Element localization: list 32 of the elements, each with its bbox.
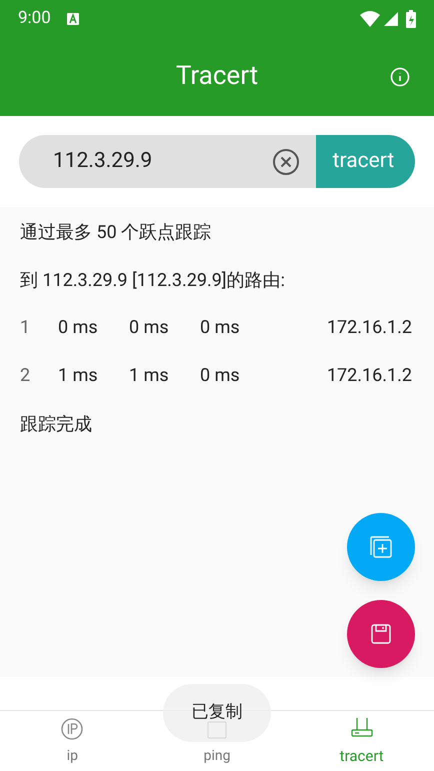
nav-tab[interactable]: ip bbox=[0, 711, 145, 771]
hop-time: 0 ms bbox=[58, 316, 99, 340]
clear-icon[interactable] bbox=[272, 148, 300, 176]
app-title: Tracert bbox=[176, 60, 258, 93]
ip-circle-icon bbox=[61, 718, 84, 740]
output-header: 通过最多 50 个跃点跟踪 bbox=[20, 221, 212, 243]
nav-label: ping bbox=[204, 746, 230, 766]
wifi-icon bbox=[360, 10, 380, 26]
nav-label: tracert bbox=[340, 746, 384, 767]
hop-number: 1 bbox=[20, 316, 32, 340]
route-line: 到 112.3.29.9 [112.3.29.9]的路由: bbox=[20, 269, 286, 291]
hop-time: 1 ms bbox=[58, 364, 99, 388]
router-icon bbox=[350, 716, 374, 739]
ip-input-field[interactable]: 112.3.29.9 bbox=[19, 135, 316, 188]
hop-address: 172.16.1.2 bbox=[326, 316, 413, 340]
notification-icon bbox=[66, 12, 79, 24]
nav-label: ip bbox=[66, 746, 78, 766]
hop-number: 2 bbox=[20, 364, 32, 388]
nav-tab[interactable]: tracert bbox=[289, 711, 434, 771]
copied-toast: 已复制 bbox=[163, 684, 271, 742]
hop-time: 0 ms bbox=[200, 316, 241, 340]
status-line: 跟踪完成 bbox=[20, 413, 93, 435]
status-time: 9:00 bbox=[18, 6, 51, 30]
battery-icon bbox=[406, 10, 416, 28]
hop-time: 0 ms bbox=[200, 364, 241, 388]
signal-icon bbox=[384, 12, 398, 26]
copy-add-icon bbox=[369, 535, 393, 559]
hop-time: 1 ms bbox=[129, 364, 170, 388]
hop-time: 0 ms bbox=[129, 316, 170, 340]
info-icon[interactable] bbox=[390, 66, 410, 86]
tracert-button[interactable]: tracert bbox=[316, 135, 415, 188]
hop-address: 172.16.1.2 bbox=[326, 364, 413, 388]
